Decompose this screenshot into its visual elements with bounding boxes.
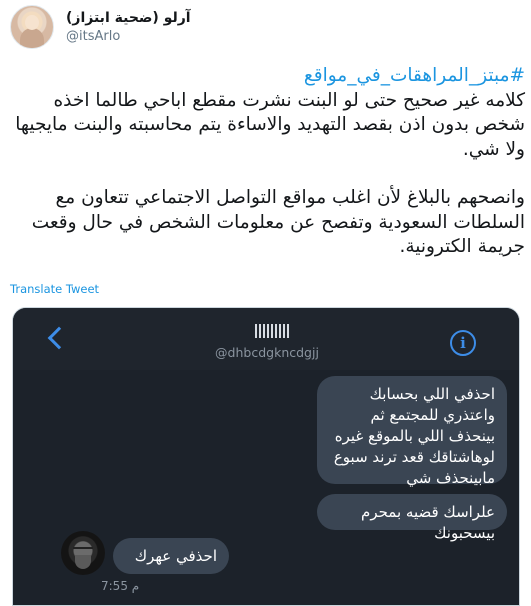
translate-tweet-link[interactable]: Translate Tweet: [10, 282, 99, 296]
author-avatar[interactable]: [10, 5, 54, 49]
sender-avatar: [61, 531, 105, 575]
message-text: علراسك قضيه بمحرم بيسحبونك: [361, 503, 495, 542]
contact-handle: @dhbcdgkncdgjj: [215, 345, 319, 360]
message-bubble: احذفي عهرك: [113, 538, 229, 574]
message-text: احذفي اللي بحسابك واعتذري للمجتمع ثم بين…: [333, 385, 495, 487]
info-icon: i: [450, 330, 476, 356]
tweet-paragraph-1: كلامه غير صحيح حتى لو البنت نشرت مقطع اب…: [15, 89, 525, 160]
message-text: احذفي عهرك: [134, 547, 217, 565]
message-bubble: احذفي اللي بحسابك واعتذري للمجتمع ثم بين…: [317, 376, 507, 487]
contact-avatar: [255, 324, 289, 338]
tweet-header: آرلو (ضحية ابتزاز) @itsArlo: [10, 5, 525, 49]
tweet-media-screenshot[interactable]: @dhbcdgkncdgjj i احذفي اللي بحسابك واعتذ…: [12, 307, 520, 606]
author-display-name[interactable]: آرلو (ضحية ابتزاز): [66, 10, 191, 26]
hashtag-link[interactable]: #مبتز_المراهقات_في_مواقع: [304, 65, 525, 86]
message-timestamp: 7:55 م: [101, 579, 140, 593]
chat-header: @dhbcdgkncdgjj i: [13, 308, 519, 370]
message-bubble: علراسك قضيه بمحرم بيسحبونك: [317, 494, 507, 542]
tweet-paragraph-2: وانصحهم بالبلاغ لأن اغلب مواقع التواصل ا…: [31, 187, 525, 257]
tweet-text: #مبتز_المراهقات_في_مواقع كلامه غير صحيح …: [10, 64, 525, 260]
author-handle[interactable]: @itsArlo: [66, 29, 120, 44]
